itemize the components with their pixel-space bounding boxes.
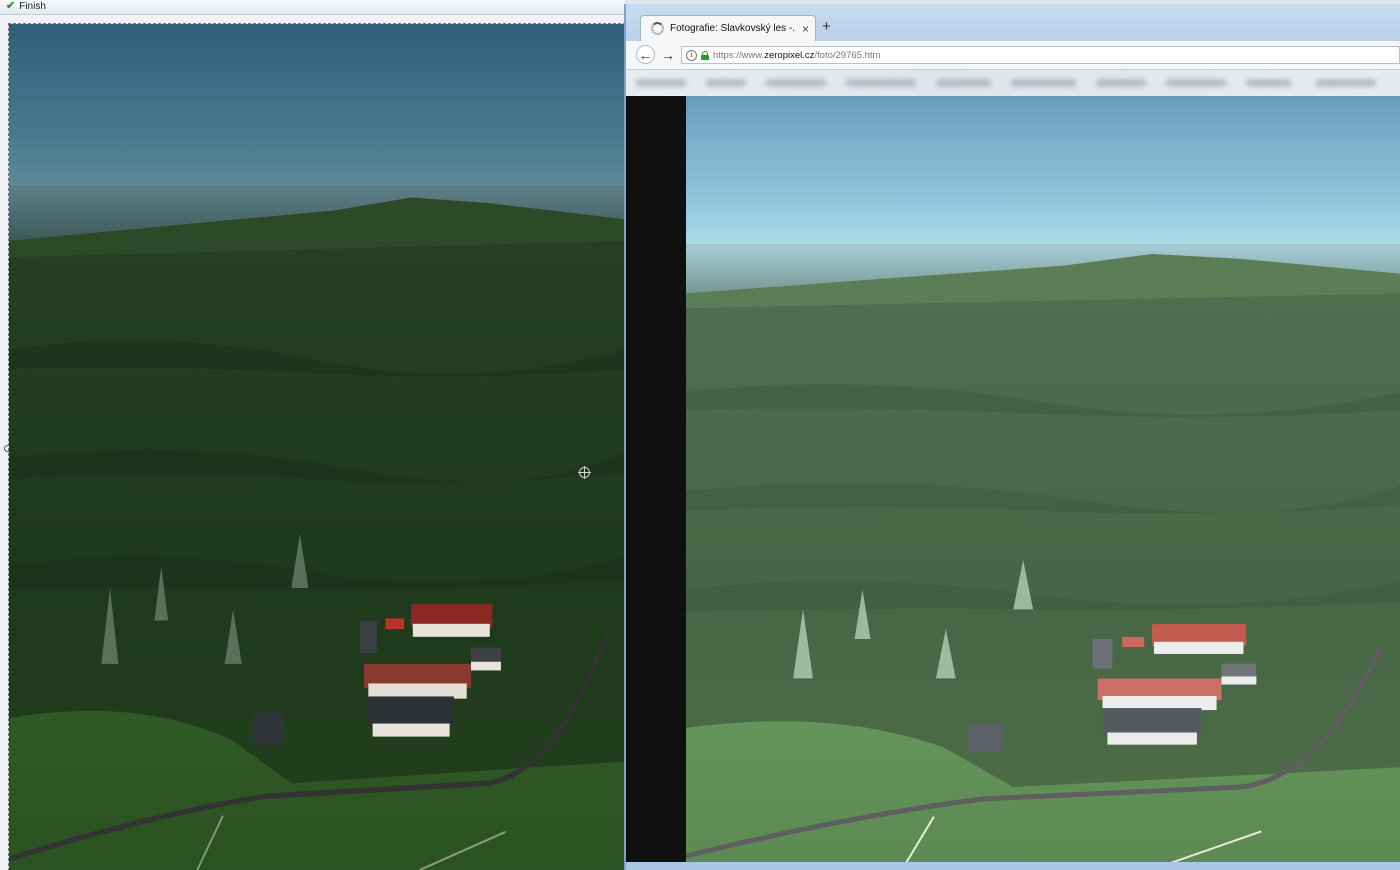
check-icon: ✔	[6, 0, 16, 12]
editor-toolbar: ✔ Finish	[0, 0, 625, 15]
bookmarks-toolbar-blurred	[626, 70, 1400, 96]
url-text: https://www.zeropixel.cz/foto/29765.htm	[713, 49, 881, 61]
finish-label: Finish	[19, 0, 46, 12]
navigation-bar: ← → i https://www.zeropixel.cz/foto/2976…	[626, 41, 1400, 70]
forest-aerial-photo-light	[686, 96, 1400, 862]
finish-button[interactable]: ✔ Finish	[6, 0, 46, 12]
photo-editor-window: ✔ Finish	[0, 0, 626, 870]
address-bar[interactable]: i https://www.zeropixel.cz/foto/29765.ht…	[681, 46, 1400, 64]
close-icon[interactable]: ×	[802, 22, 809, 36]
forward-button[interactable]: →	[658, 45, 678, 65]
page-photo[interactable]	[686, 96, 1400, 862]
info-icon[interactable]: i	[686, 49, 697, 61]
browser-tab[interactable]: Fotografie: Slavkovský les -... ×	[640, 15, 816, 41]
loading-spinner-icon	[651, 22, 664, 35]
new-tab-button[interactable]: +	[822, 19, 831, 35]
page-viewport	[626, 96, 1400, 862]
back-button[interactable]: ←	[636, 45, 655, 64]
tab-title: Fotografie: Slavkovský les -...	[670, 23, 796, 34]
crosshair-icon	[578, 466, 591, 479]
tab-strip: Fotografie: Slavkovský les -... × +	[626, 4, 1400, 41]
back-arrow-icon: ←	[638, 46, 653, 63]
forward-arrow-icon: →	[661, 47, 675, 63]
lock-icon	[701, 50, 709, 60]
browser-window: Fotografie: Slavkovský les -... × + ← → …	[624, 4, 1400, 870]
window-bottom-border	[626, 862, 1400, 870]
editor-photo-canvas[interactable]	[8, 23, 626, 870]
forest-aerial-photo-dark	[9, 24, 625, 870]
